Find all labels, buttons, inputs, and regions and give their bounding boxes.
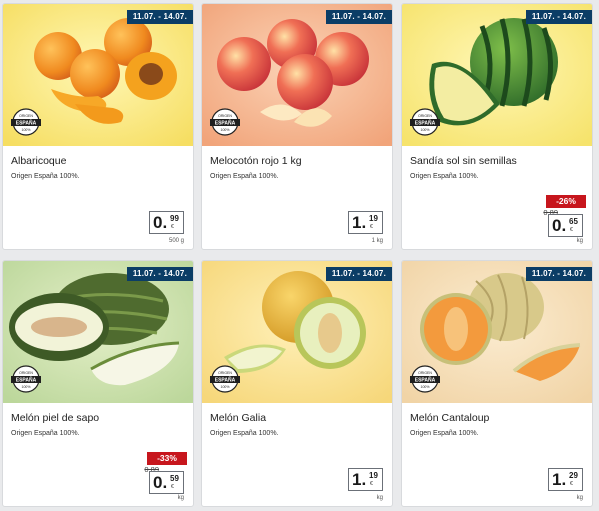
origen-espana-badge-icon: ESPAÑA ORIGEN 100% [210, 108, 240, 136]
product-name[interactable]: Albaricoque [11, 155, 66, 167]
price-unit: kg [576, 495, 583, 501]
svg-text:ESPAÑA: ESPAÑA [16, 120, 37, 127]
product-card-melon-piel-de-sapo[interactable]: 11.07. - 14.07. ESPAÑA ORIGEN 100% Melón… [2, 260, 194, 507]
price-box: 1. 29 € [548, 468, 583, 491]
price-decimal: 19 [369, 214, 378, 223]
svg-text:ORIGEN: ORIGEN [218, 371, 232, 375]
product-name[interactable]: Sandía sol sin semillas [410, 155, 517, 167]
product-origin: Origen España 100%. [210, 173, 279, 180]
product-name[interactable]: Melón Cantaloup [410, 412, 489, 424]
offer-date-range: 11.07. - 14.07. [525, 10, 592, 24]
price-currency: € [171, 224, 174, 230]
price-currency: € [570, 227, 573, 233]
svg-text:100%: 100% [421, 385, 430, 389]
svg-text:ESPAÑA: ESPAÑA [16, 377, 37, 384]
price-unit: kg [177, 495, 184, 501]
price-box: 1. 19 € [348, 211, 383, 234]
price-currency: € [570, 481, 573, 487]
product-name[interactable]: Melón piel de sapo [11, 412, 99, 424]
price-currency: € [370, 481, 373, 487]
price-currency: € [370, 224, 373, 230]
price-currency: € [171, 484, 174, 490]
product-card-melocoton[interactable]: 11.07. - 14.07. ESPAÑA ORIGEN 100% Meloc… [201, 3, 393, 250]
price-box: 0. 59 € [149, 471, 184, 494]
price-box: 1. 19 € [348, 468, 383, 491]
svg-text:ESPAÑA: ESPAÑA [215, 377, 236, 384]
offer-date-range: 11.07. - 14.07. [325, 267, 392, 281]
product-origin: Origen España 100%. [11, 173, 80, 180]
origen-espana-badge-icon: ESPAÑA ORIGEN 100% [210, 365, 240, 393]
product-card-sandia[interactable]: 11.07. - 14.07. ESPAÑA ORIGEN 100% Sandí… [401, 3, 593, 250]
svg-text:ESPAÑA: ESPAÑA [215, 120, 236, 127]
product-grid: 11.07. - 14.07. ESPAÑA ORIGEN 100% Albar… [0, 0, 599, 511]
price-integer: 1. [352, 213, 367, 232]
product-card-melon-cantaloup[interactable]: 11.07. - 14.07. ESPAÑA ORIGEN 100% Melón… [401, 260, 593, 507]
offer-date-range: 11.07. - 14.07. [525, 267, 592, 281]
discount-badge: -26% [546, 195, 586, 208]
price-decimal: 29 [569, 471, 578, 480]
svg-text:100%: 100% [421, 128, 430, 132]
price-decimal: 19 [369, 471, 378, 480]
origen-espana-badge-icon: ESPAÑA ORIGEN 100% [11, 365, 41, 393]
svg-text:ORIGEN: ORIGEN [19, 114, 33, 118]
product-origin: Origen España 100%. [11, 430, 80, 437]
price-integer: 0. [552, 216, 567, 235]
discount-badge: -33% [147, 452, 187, 465]
product-origin: Origen España 100%. [210, 430, 279, 437]
price-integer: 0. [153, 473, 168, 492]
product-origin: Origen España 100%. [410, 173, 479, 180]
svg-text:ORIGEN: ORIGEN [418, 371, 432, 375]
price-integer: 1. [352, 470, 367, 489]
offer-date-range: 11.07. - 14.07. [325, 10, 392, 24]
price-decimal: 65 [569, 217, 578, 226]
svg-text:ORIGEN: ORIGEN [19, 371, 33, 375]
offer-date-range: 11.07. - 14.07. [126, 10, 193, 24]
price-integer: 0. [153, 213, 168, 232]
price-integer: 1. [552, 470, 567, 489]
price-unit: 500 g [168, 238, 184, 244]
product-origin: Origen España 100%. [410, 430, 479, 437]
svg-text:100%: 100% [221, 385, 230, 389]
price-decimal: 59 [170, 474, 179, 483]
price-box: 0. 99 € [149, 211, 184, 234]
svg-text:ESPAÑA: ESPAÑA [415, 377, 436, 384]
product-name[interactable]: Melocotón rojo 1 kg [210, 155, 302, 167]
price-unit: kg [376, 495, 383, 501]
price-unit: kg [576, 238, 583, 244]
product-card-albaricoque[interactable]: 11.07. - 14.07. ESPAÑA ORIGEN 100% Albar… [2, 3, 194, 250]
origen-espana-badge-icon: ESPAÑA ORIGEN 100% [11, 108, 41, 136]
price-unit: 1 kg [371, 238, 383, 244]
price-decimal: 99 [170, 214, 179, 223]
svg-text:100%: 100% [221, 128, 230, 132]
svg-text:100%: 100% [22, 385, 31, 389]
svg-text:100%: 100% [22, 128, 31, 132]
svg-text:ORIGEN: ORIGEN [418, 114, 432, 118]
product-card-melon-galia[interactable]: 11.07. - 14.07. ESPAÑA ORIGEN 100% Melón… [201, 260, 393, 507]
origen-espana-badge-icon: ESPAÑA ORIGEN 100% [410, 365, 440, 393]
svg-text:ESPAÑA: ESPAÑA [415, 120, 436, 127]
svg-text:ORIGEN: ORIGEN [218, 114, 232, 118]
offer-date-range: 11.07. - 14.07. [126, 267, 193, 281]
price-box: 0. 65 € [548, 214, 583, 237]
product-name[interactable]: Melón Galia [210, 412, 266, 424]
origen-espana-badge-icon: ESPAÑA ORIGEN 100% [410, 108, 440, 136]
